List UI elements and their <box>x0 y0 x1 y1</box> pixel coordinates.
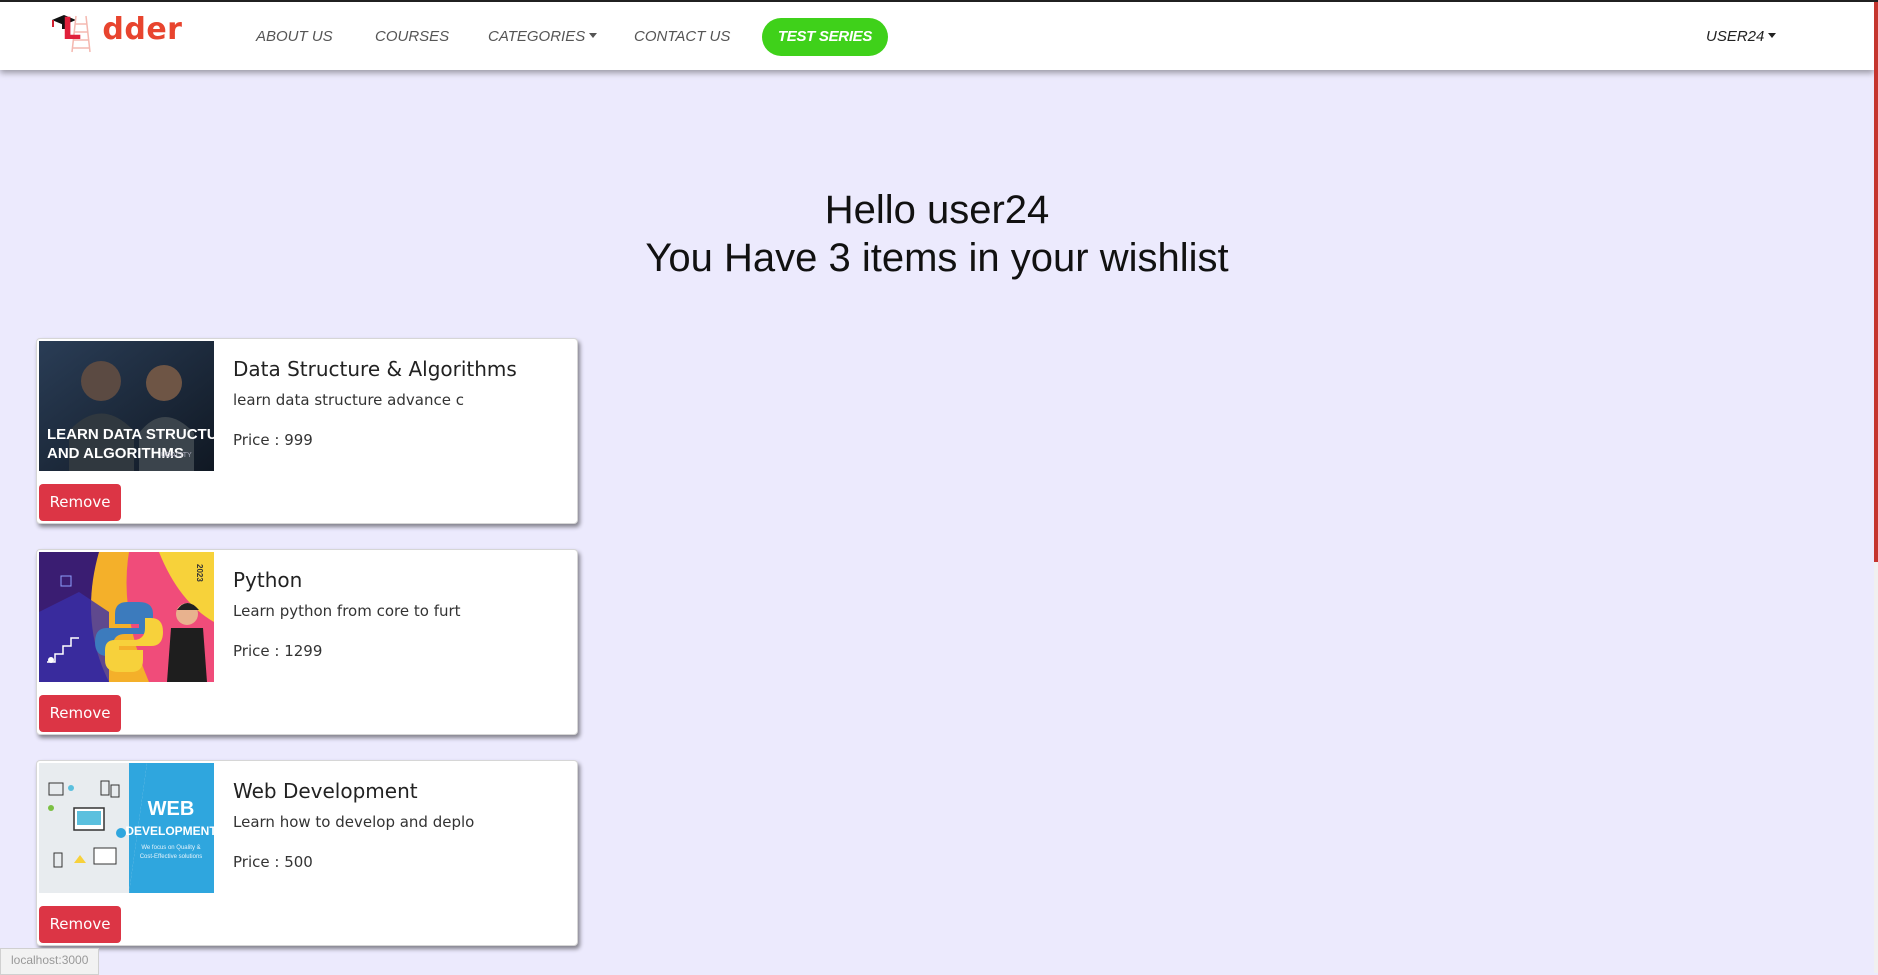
price-label: Price : <box>233 431 285 449</box>
course-title: Web Development <box>233 779 418 803</box>
user-menu[interactable]: USER24 <box>1706 28 1777 45</box>
course-thumbnail[interactable]: WEB DEVELOPMENT We focus on Quality & Co… <box>39 763 214 893</box>
test-series-button[interactable]: TEST SERIES <box>762 18 888 56</box>
svg-text:We focus on Quality &: We focus on Quality & <box>141 845 200 851</box>
course-title: Python <box>233 568 303 592</box>
nav-about-us[interactable]: ABOUT US <box>256 28 333 45</box>
greeting-text: Hello user24 <box>824 188 1050 232</box>
course-description: learn data structure advance c <box>233 391 464 409</box>
remove-button[interactable]: Remove <box>39 484 121 521</box>
wishlist-card: 2023 Python Learn python from core to fu… <box>36 549 578 735</box>
remove-button[interactable]: Remove <box>39 906 121 943</box>
status-bar-url: localhost:3000 <box>0 948 100 975</box>
course-price: Price : 1299 <box>233 642 322 660</box>
price-label: Price : <box>233 853 285 871</box>
caret-down-icon <box>589 33 598 38</box>
svg-text:WEB: WEB <box>148 798 195 820</box>
wishlist-card: LEARN DATA STRUCTURES AND ALGORITHMS UDA… <box>36 338 578 524</box>
price-label: Price : <box>233 642 285 660</box>
course-price: Price : 999 <box>233 431 313 449</box>
remove-button[interactable]: Remove <box>39 695 121 732</box>
course-price: Price : 500 <box>233 853 313 871</box>
price-value: 999 <box>284 431 313 449</box>
dsa-thumbnail-image: LEARN DATA STRUCTURES AND ALGORITHMS UDA… <box>39 341 214 471</box>
course-description: Learn how to develop and deplo <box>233 813 475 831</box>
wishlist-summary: You Have 3 items in your wishlist <box>645 236 1229 280</box>
nav-categories-label: CATEGORIES <box>488 28 586 45</box>
course-description: Learn python from core to furt <box>233 602 461 620</box>
navbar: Ladder ABOUT US COURSES CATEGORIES CONTA… <box>0 2 1874 70</box>
brand-name[interactable]: Ladder <box>62 12 182 47</box>
webdev-thumbnail-image: WEB DEVELOPMENT We focus on Quality & Co… <box>39 763 214 893</box>
svg-text:UDACITY: UDACITY <box>161 452 192 459</box>
svg-text:DEVELOPMENT: DEVELOPMENT <box>125 824 214 838</box>
python-thumbnail-image: 2023 <box>39 552 214 682</box>
scrollbar-thumb[interactable] <box>1874 2 1878 562</box>
user-name: USER24 <box>1706 28 1765 45</box>
course-title: Data Structure & Algorithms <box>233 357 517 381</box>
svg-text:LEARN DATA STRUCTURES: LEARN DATA STRUCTURES <box>47 426 214 443</box>
price-value: 1299 <box>284 642 323 660</box>
nav-contact-us[interactable]: CONTACT US <box>634 28 730 45</box>
svg-text:2023: 2023 <box>195 564 204 582</box>
price-value: 500 <box>284 853 313 871</box>
nav-categories[interactable]: CATEGORIES <box>488 28 598 45</box>
course-thumbnail[interactable]: 2023 <box>39 552 214 682</box>
course-thumbnail[interactable]: LEARN DATA STRUCTURES AND ALGORITHMS UDA… <box>39 341 214 471</box>
nav-courses[interactable]: COURSES <box>375 28 449 45</box>
wishlist-card: WEB DEVELOPMENT We focus on Quality & Co… <box>36 760 578 946</box>
svg-text:Cost-Effective solutions: Cost-Effective solutions <box>140 854 203 860</box>
caret-down-icon <box>1768 33 1777 38</box>
wishlist-heading: Hello user24 You Have 3 items in your wi… <box>0 186 1874 282</box>
